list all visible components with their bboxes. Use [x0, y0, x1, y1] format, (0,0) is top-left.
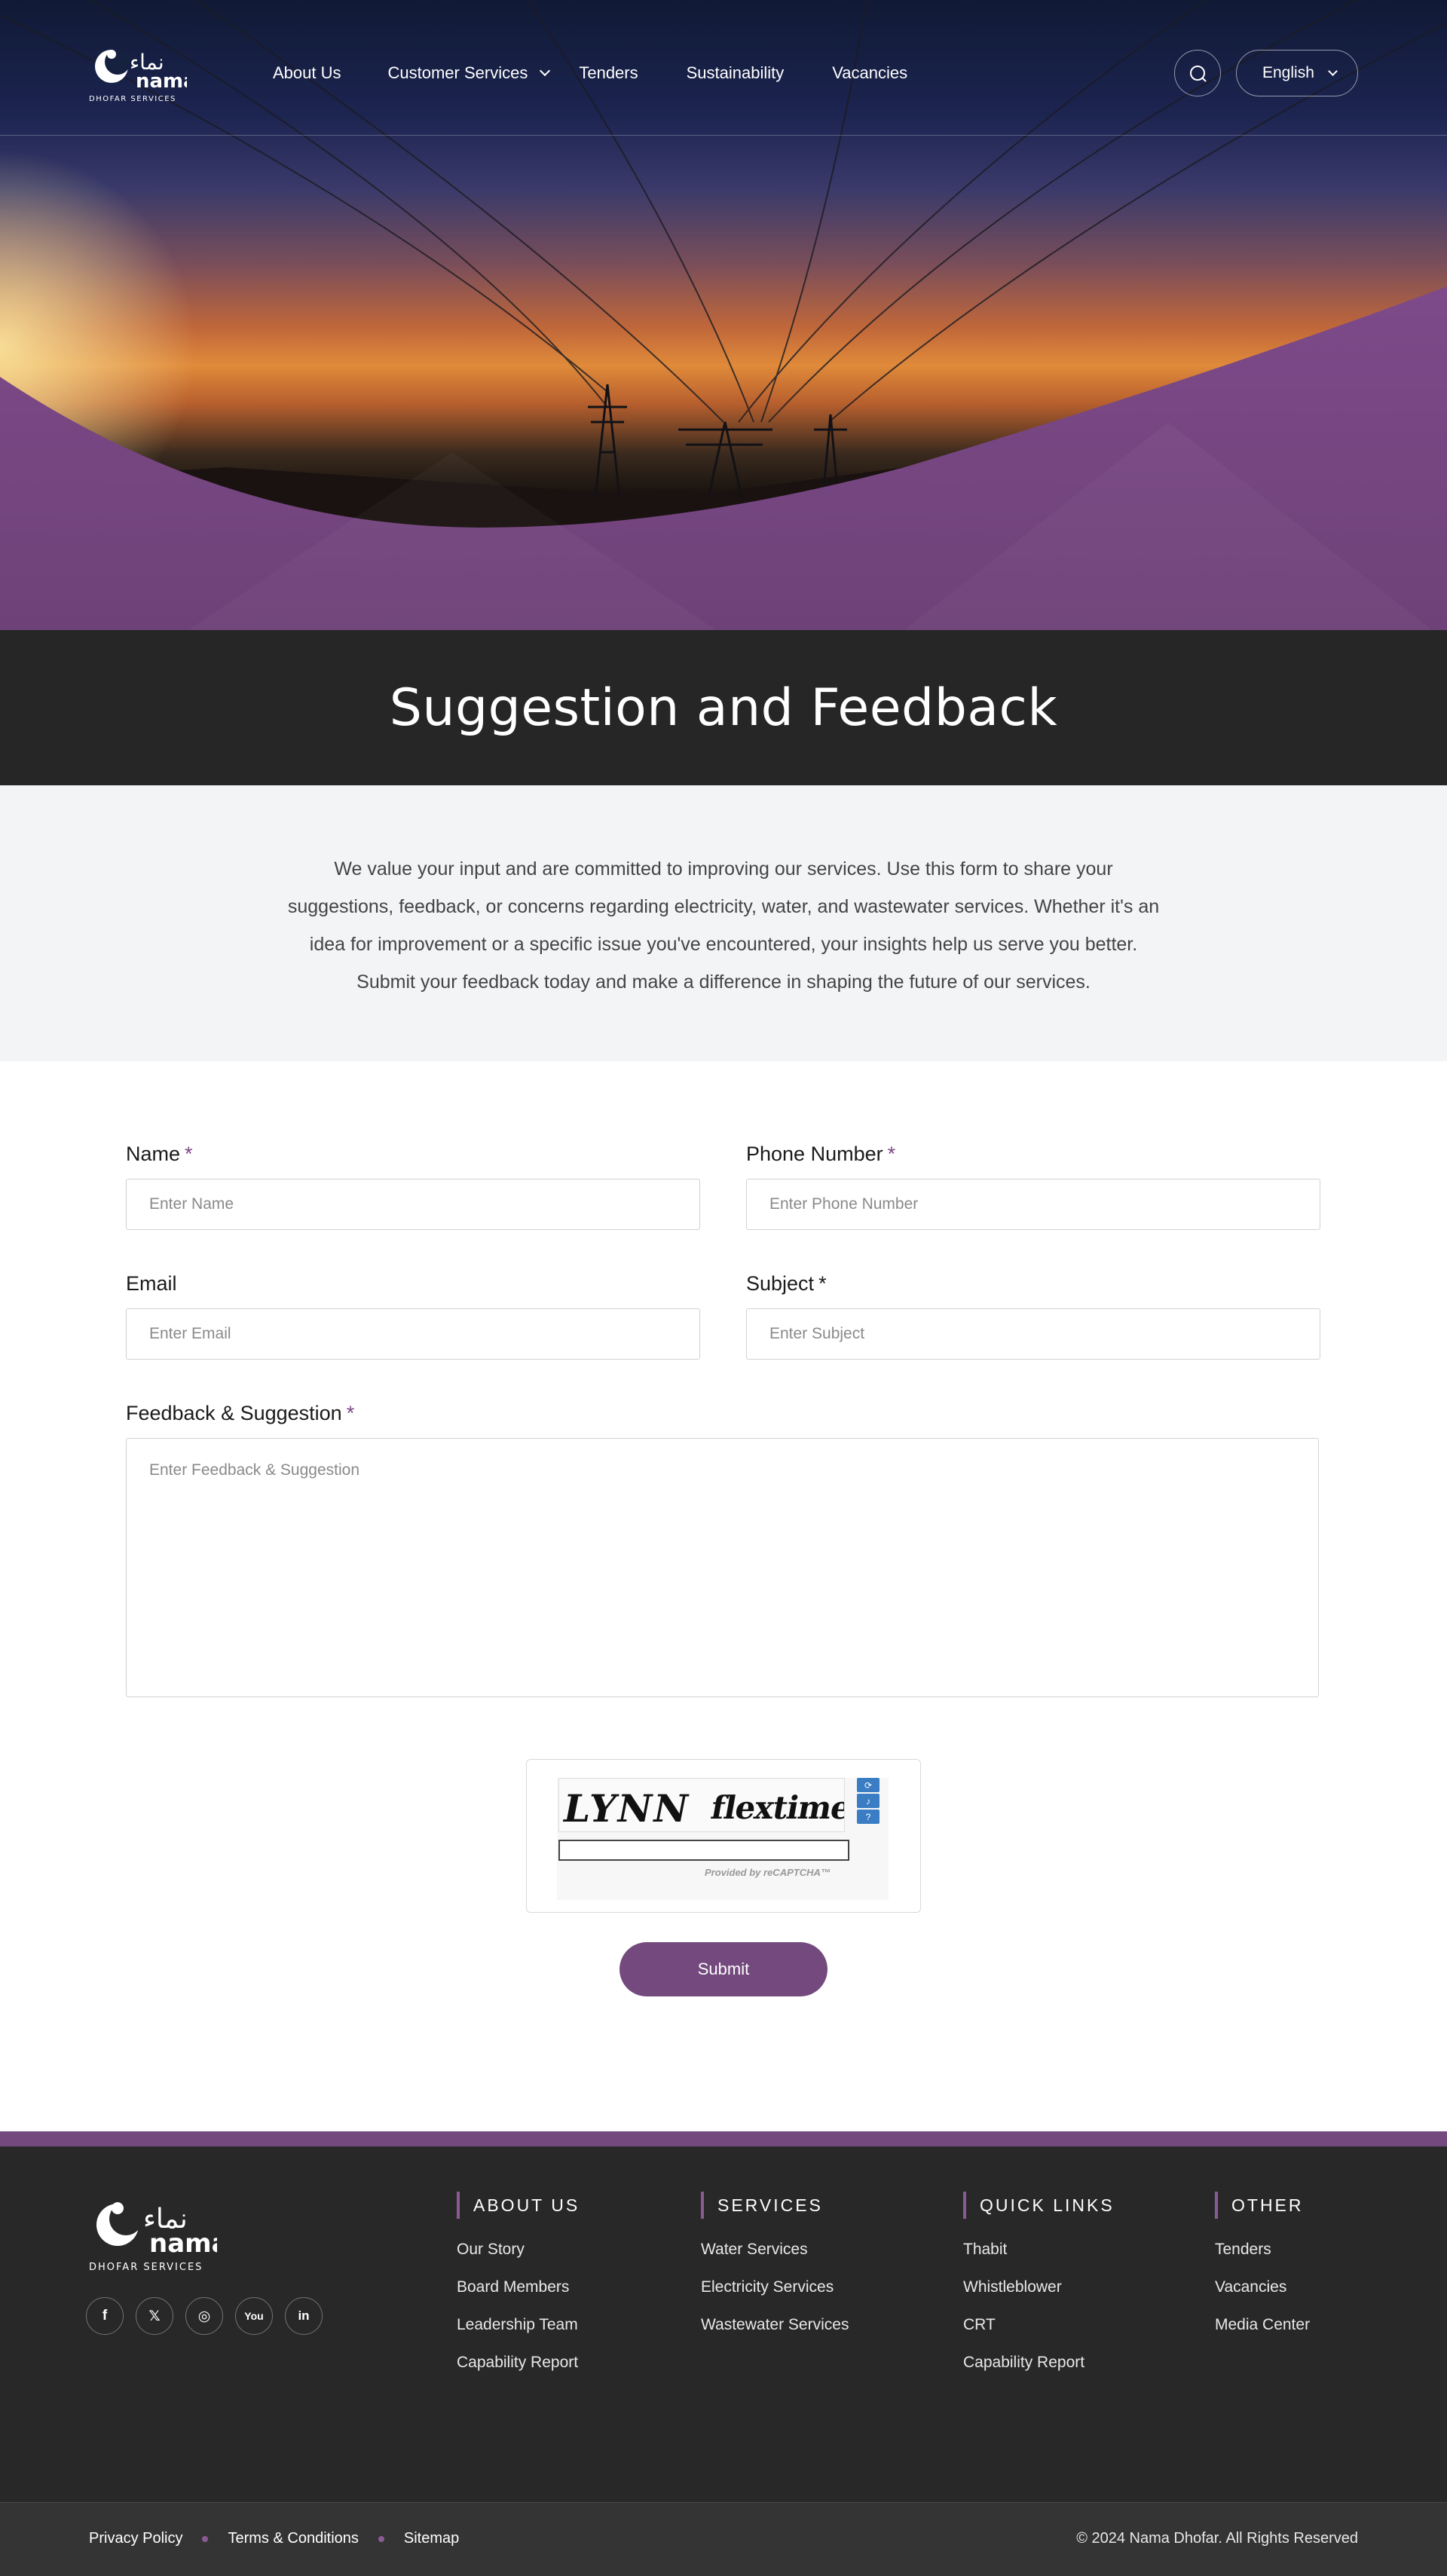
footer-col-services: SERVICES Water Services Electricity Serv…	[701, 2192, 849, 2353]
footer-link[interactable]: Vacancies	[1215, 2278, 1310, 2296]
footer-col-title: ABOUT US	[457, 2192, 580, 2219]
footer-link[interactable]: Capability Report	[457, 2353, 580, 2372]
nav-customer-services-label: Customer Services	[387, 63, 528, 82]
legal-links: Privacy Policy Terms & Conditions Sitema…	[89, 2530, 459, 2547]
intro-section: We value your input and are committed to…	[0, 785, 1447, 1061]
sitemap-link[interactable]: Sitemap	[404, 2530, 459, 2547]
instagram-icon[interactable]: ◎	[185, 2297, 223, 2335]
phone-label: Phone Number *	[746, 1143, 896, 1165]
footer-col-quick-links: QUICK LINKS Thabit Whistleblower CRT Cap…	[963, 2192, 1115, 2391]
footer-link[interactable]: Electricity Services	[701, 2278, 849, 2296]
footer-bottom-bar: Privacy Policy Terms & Conditions Sitema…	[0, 2502, 1447, 2576]
footer-col-title: SERVICES	[701, 2192, 849, 2219]
email-label: Email	[126, 1272, 177, 1295]
subject-input[interactable]: Enter Subject	[746, 1308, 1320, 1360]
footer-link[interactable]: Capability Report	[963, 2353, 1115, 2372]
footer-link[interactable]: Thabit	[963, 2240, 1115, 2259]
email-input[interactable]: Enter Email	[126, 1308, 700, 1360]
svg-text:DHOFAR SERVICES: DHOFAR SERVICES	[89, 2262, 203, 2273]
language-label: English	[1262, 64, 1314, 81]
search-button[interactable]	[1174, 50, 1221, 96]
terms-link[interactable]: Terms & Conditions	[228, 2530, 358, 2547]
footer-link[interactable]: Our Story	[457, 2240, 580, 2259]
svg-text:nama: nama	[136, 70, 187, 93]
chevron-down-icon	[540, 65, 551, 77]
captcha-panel: LYNN flextime ⟳ ♪ ? Provided by reCAPTCH…	[557, 1778, 889, 1900]
footer-link[interactable]: Media Center	[1215, 2315, 1310, 2334]
top-navigation-bar: نماء nama DHOFAR SERVICES About Us Custo…	[0, 0, 1447, 136]
chevron-down-icon	[1328, 66, 1338, 76]
svg-text:nama: nama	[149, 2229, 217, 2259]
phone-input[interactable]: Enter Phone Number	[746, 1179, 1320, 1230]
page-title-band: Suggestion and Feedback	[0, 630, 1447, 785]
nav-sustainability[interactable]: Sustainability	[687, 63, 785, 83]
refresh-icon[interactable]: ⟳	[857, 1778, 880, 1792]
social-links: f 𝕏 ◎ You in	[86, 2297, 323, 2335]
captcha-input[interactable]	[558, 1840, 849, 1861]
copyright-text: © 2024 Nama Dhofar. All Rights Reserved	[1076, 2530, 1358, 2547]
nav-vacancies[interactable]: Vacancies	[832, 63, 907, 83]
footer-col-about: ABOUT US Our Story Board Members Leaders…	[457, 2192, 580, 2391]
separator-dot	[378, 2535, 384, 2542]
footer-col-title: OTHER	[1215, 2192, 1310, 2219]
footer-col-other: OTHER Tenders Vacancies Media Center	[1215, 2192, 1310, 2353]
name-input[interactable]: Enter Name	[126, 1179, 700, 1230]
nama-logo[interactable]: نماء nama DHOFAR SERVICES	[89, 44, 187, 104]
page-title: Suggestion and Feedback	[389, 678, 1058, 738]
footer-link[interactable]: Board Members	[457, 2278, 580, 2296]
search-icon	[1190, 66, 1207, 82]
captcha-word-1: LYNN	[564, 1786, 690, 1831]
feedback-textarea[interactable]: Enter Feedback & Suggestion	[126, 1438, 1319, 1697]
linkedin-icon[interactable]: in	[285, 2297, 323, 2335]
svg-text:DHOFAR SERVICES: DHOFAR SERVICES	[89, 95, 176, 103]
nav-customer-services[interactable]: Customer Services	[387, 63, 551, 83]
footer-link[interactable]: Water Services	[701, 2240, 849, 2259]
separator-dot	[202, 2535, 209, 2542]
subject-label: Subject *	[746, 1272, 827, 1295]
footer-link[interactable]: CRT	[963, 2315, 1115, 2334]
main-nav: About Us Customer Services Tenders Susta…	[273, 63, 907, 83]
nav-about-us[interactable]: About Us	[273, 63, 341, 83]
footer: نماء nama DHOFAR SERVICES f 𝕏 ◎ You in A…	[0, 2146, 1447, 2502]
captcha-widget: LYNN flextime ⟳ ♪ ? Provided by reCAPTCH…	[526, 1759, 921, 1913]
audio-icon[interactable]: ♪	[857, 1794, 880, 1808]
footer-col-title: QUICK LINKS	[963, 2192, 1115, 2219]
captcha-controls: ⟳ ♪ ?	[857, 1778, 880, 1825]
footer-accent-strip	[0, 2131, 1447, 2146]
nav-tenders[interactable]: Tenders	[579, 63, 638, 83]
captcha-word-2: flextime	[708, 1789, 845, 1826]
captcha-image: LYNN flextime	[558, 1778, 845, 1832]
footer-logo[interactable]: نماء nama DHOFAR SERVICES	[89, 2195, 217, 2273]
captcha-provider-note: Provided by reCAPTCHA™	[705, 1867, 831, 1878]
submit-button[interactable]: Submit	[619, 1942, 828, 1996]
language-selector[interactable]: English	[1236, 50, 1358, 96]
footer-link[interactable]: Leadership Team	[457, 2315, 580, 2334]
feedback-label: Feedback & Suggestion *	[126, 1402, 355, 1424]
name-label: Name *	[126, 1143, 193, 1165]
footer-link[interactable]: Tenders	[1215, 2240, 1310, 2259]
privacy-policy-link[interactable]: Privacy Policy	[89, 2530, 182, 2547]
intro-text: We value your input and are committed to…	[287, 858, 1160, 993]
footer-link[interactable]: Whistleblower	[963, 2278, 1115, 2296]
footer-link[interactable]: Wastewater Services	[701, 2315, 849, 2334]
help-icon[interactable]: ?	[857, 1810, 880, 1824]
youtube-icon[interactable]: You	[235, 2297, 273, 2335]
hero-banner: نماء nama DHOFAR SERVICES About Us Custo…	[0, 0, 1447, 630]
facebook-icon[interactable]: f	[86, 2297, 124, 2335]
x-icon[interactable]: 𝕏	[136, 2297, 173, 2335]
